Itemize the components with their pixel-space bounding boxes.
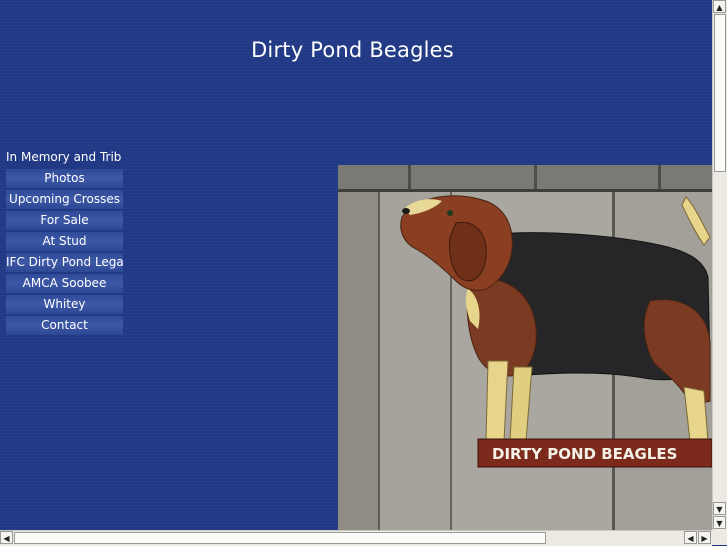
page-body: Dirty Pond Beagles In Memory and Trib Ph… <box>0 0 712 530</box>
horizontal-scrollbar[interactable]: ◀ ◀ ▶ <box>0 530 712 546</box>
nav-item-contact[interactable]: Contact <box>6 316 123 335</box>
site-title: Dirty Pond Beagles <box>251 38 454 62</box>
nav-item-ifc-dirty-pond[interactable]: IFC Dirty Pond Lega <box>6 253 123 272</box>
nav-item-whitey[interactable]: Whitey <box>6 295 123 314</box>
scrollbar-corner <box>712 530 727 545</box>
scroll-down-icon[interactable]: ▼ <box>713 502 726 515</box>
nav-item-for-sale[interactable]: For Sale <box>6 211 123 230</box>
nav-item-upcoming-crosses[interactable]: Upcoming Crosses <box>6 190 123 209</box>
nav-item-photos[interactable]: Photos <box>6 169 123 188</box>
vertical-scroll-thumb[interactable] <box>714 14 726 172</box>
sidebar-nav: In Memory and Trib Photos Upcoming Cross… <box>6 148 123 337</box>
sign-text: DIRTY POND BEAGLES <box>492 445 677 463</box>
scroll-left-icon[interactable]: ◀ <box>0 531 13 544</box>
vertical-scrollbar[interactable]: ▲ ▼ ▼ <box>712 0 727 530</box>
nav-item-at-stud[interactable]: At Stud <box>6 232 123 251</box>
horizontal-scroll-thumb[interactable] <box>14 532 546 544</box>
scroll-down-icon-2[interactable]: ▼ <box>713 516 726 529</box>
beagle-sign-photo: DIRTY POND BEAGLES <box>338 165 712 530</box>
nav-item-in-memory[interactable]: In Memory and Trib <box>6 148 123 167</box>
nav-item-amca-soobee[interactable]: AMCA Soobee <box>6 274 123 293</box>
scroll-up-icon[interactable]: ▲ <box>713 0 726 13</box>
scroll-right-icon[interactable]: ▶ <box>698 531 711 544</box>
scroll-left-icon-2[interactable]: ◀ <box>684 531 697 544</box>
